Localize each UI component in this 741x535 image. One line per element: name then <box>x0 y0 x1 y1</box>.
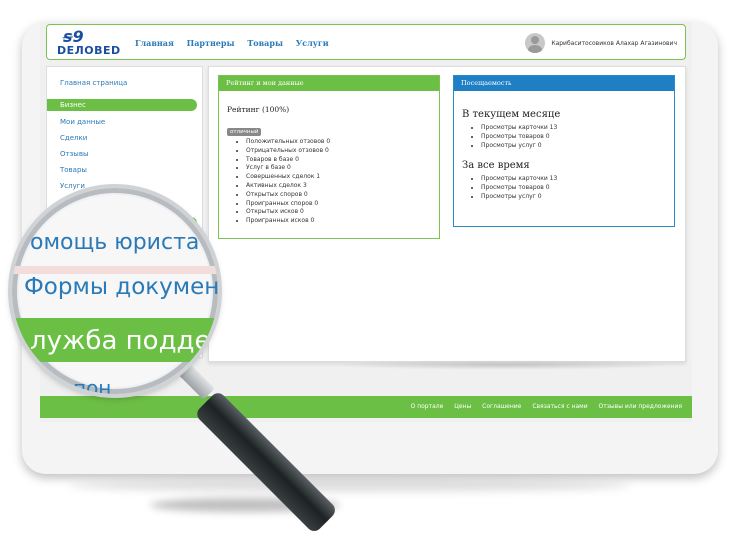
rating-list: Положительных отзовов 0 Отрицательных от… <box>219 138 439 226</box>
list-item: Просмотры товаров 0 <box>481 133 674 142</box>
sidebar-item-my-data[interactable]: Мои данные <box>60 118 105 126</box>
month-list: Просмотры карточки 13 Просмотры товаров … <box>454 124 674 150</box>
footer-link-agreement[interactable]: Соглашение <box>482 403 521 410</box>
logo[interactable]: ꞩ9 DEЛOBED <box>55 27 120 57</box>
logo-text: DEЛOBED <box>57 44 121 57</box>
footer: О портале Цены Соглашение Связаться с на… <box>40 396 692 418</box>
list-item: Просмотры услуг 0 <box>481 142 674 151</box>
main-nav: Главная Партнеры Товары Услуги <box>135 38 339 48</box>
all-time-title: За все время <box>462 160 530 172</box>
sidebar-item-home[interactable]: Главная страница <box>60 79 127 87</box>
footer-link-about[interactable]: О портале <box>411 403 444 410</box>
list-item: Отрицательных отзовов 0 <box>246 147 439 156</box>
visits-panel: Посещаемость В текущем месяце Просмотры … <box>453 75 675 227</box>
list-item: Открытых исков 0 <box>246 208 439 217</box>
avatar <box>525 33 546 53</box>
user-name: Карибаситосовиков Алахар Агазинович <box>551 39 677 47</box>
user-menu[interactable]: Карибаситосовиков Алахар Агазинович <box>525 31 677 55</box>
list-item: Активных сделок 3 <box>246 182 439 191</box>
list-item: Просмотры карточки 13 <box>481 124 674 133</box>
list-item: Открытых споров 0 <box>246 191 439 200</box>
nav-products[interactable]: Товары <box>247 38 283 48</box>
magnifier-rim <box>8 184 222 398</box>
visits-panel-header: Посещаемость <box>454 76 674 91</box>
list-item: Проигранных исков 0 <box>246 217 439 226</box>
top-bar: ꞩ9 DEЛOBED Главная Партнеры Товары Услуг… <box>46 24 686 60</box>
nav-services[interactable]: Услуги <box>296 38 329 48</box>
sidebar-item-products[interactable]: Товары <box>60 166 87 174</box>
month-title: В текущем месяце <box>462 109 561 120</box>
sidebar-item-reviews[interactable]: Отзывы <box>60 150 89 158</box>
footer-link-prices[interactable]: Цены <box>454 403 471 410</box>
list-item: Товаров в базе 0 <box>246 156 439 165</box>
nav-partners[interactable]: Партнеры <box>187 38 235 48</box>
list-item: Просмотры товаров 0 <box>481 184 674 193</box>
list-item: Просмотры услуг 0 <box>481 193 674 202</box>
list-item: Услуг в базе 0 <box>246 164 439 173</box>
footer-link-contact[interactable]: Связаться с нами <box>532 403 587 410</box>
rating-badge: отличный <box>227 128 262 136</box>
nav-home[interactable]: Главная <box>135 38 174 48</box>
rating-panel: Рейтинг и мои данные Рейтинг (100%) отли… <box>218 75 440 239</box>
list-item: Положительных отзовов 0 <box>246 138 439 147</box>
sidebar-item-business[interactable]: Бизнес <box>47 99 197 111</box>
all-time-list: Просмотры карточки 13 Просмотры товаров … <box>454 175 674 201</box>
rating-title: Рейтинг (100%) <box>227 105 290 114</box>
sidebar-item-deals[interactable]: Сделки <box>60 134 87 142</box>
list-item: Проигранных споров 0 <box>246 200 439 209</box>
list-item: Просмотры карточки 13 <box>481 175 674 184</box>
content-shadow <box>330 360 680 370</box>
footer-link-feedback[interactable]: Отзывы или предложения <box>599 403 682 410</box>
rating-panel-header: Рейтинг и мои данные <box>219 76 439 91</box>
card-shadow <box>70 480 630 492</box>
list-item: Совершенных сделок 1 <box>246 173 439 182</box>
footer-links: О портале Цены Соглашение Связаться с на… <box>402 403 682 410</box>
